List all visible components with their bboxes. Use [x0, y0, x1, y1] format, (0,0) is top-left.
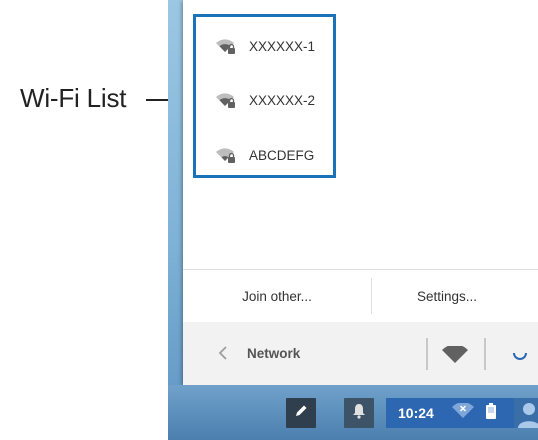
battery-icon — [486, 402, 496, 424]
clock: 10:24 — [398, 405, 434, 421]
notifications-button[interactable] — [344, 398, 374, 428]
footer-separator — [426, 338, 428, 370]
user-avatar[interactable] — [514, 398, 538, 428]
join-other-button[interactable]: Join other... — [183, 270, 371, 322]
network-footer: Network — [183, 322, 538, 385]
wifi-list-callout-label: Wi-Fi List — [20, 83, 127, 113]
chevron-left-icon[interactable] — [217, 346, 231, 360]
pen-icon — [293, 403, 309, 424]
bell-icon — [352, 403, 366, 424]
wifi-disconnected-icon — [452, 401, 474, 424]
wifi-list-highlight — [193, 14, 336, 178]
stylus-button[interactable] — [286, 398, 316, 428]
shelf: 10:24 — [168, 385, 538, 440]
footer-separator — [484, 338, 486, 370]
loading-spinner-icon — [510, 344, 530, 364]
network-footer-title: Network — [247, 346, 301, 361]
wifi-toggle-icon[interactable] — [442, 344, 468, 364]
settings-button[interactable]: Settings... — [372, 270, 522, 322]
network-actions: Join other... Settings... — [183, 270, 538, 322]
